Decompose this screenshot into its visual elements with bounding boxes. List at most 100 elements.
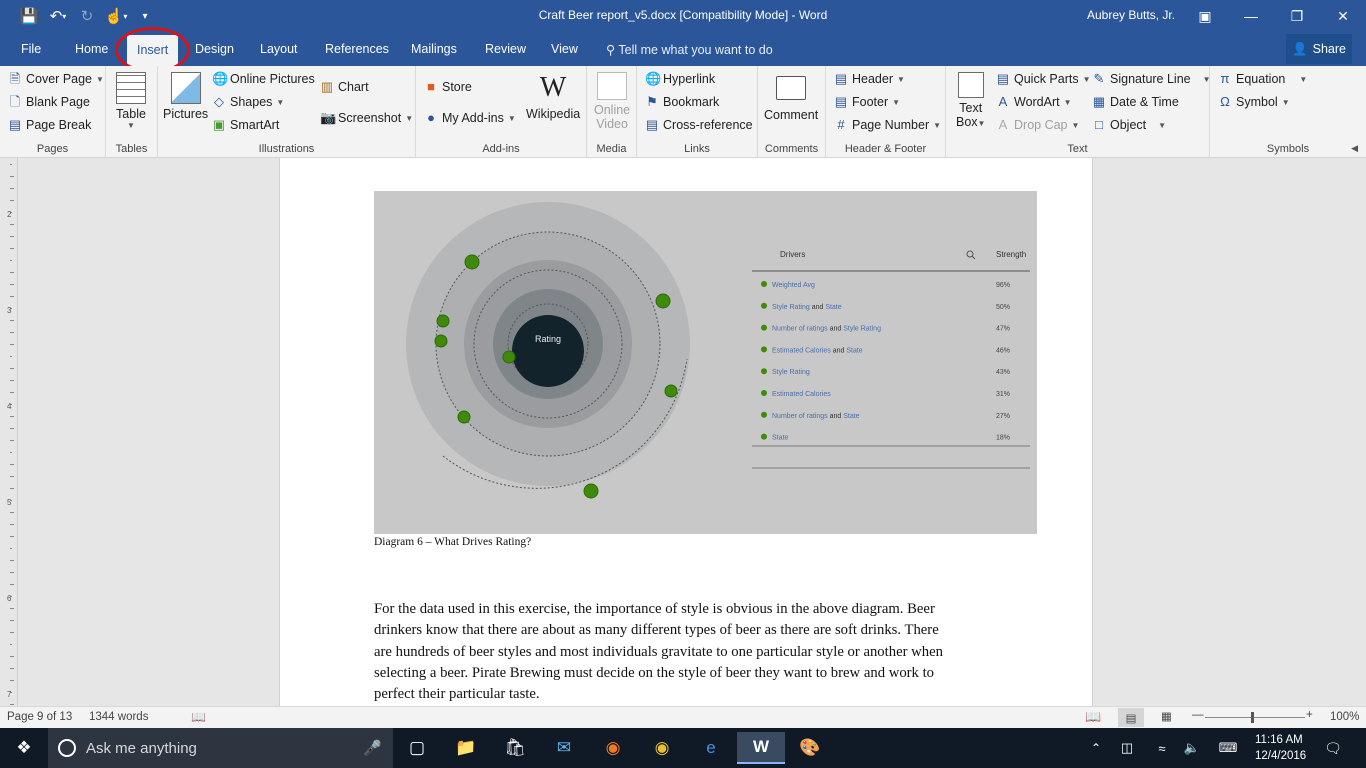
chart-button[interactable]: ▥ Chart [320,80,369,95]
driver-row-part: and [810,304,826,311]
firefox-icon[interactable]: ◉ [589,732,637,764]
tab-home[interactable]: Home [75,42,108,56]
zoom-out-icon[interactable]: — [1192,709,1204,721]
paint-icon[interactable]: 🎨 [786,732,834,764]
table-button[interactable]: Table ▼ [116,72,146,130]
battery-icon[interactable]: ◫ [1115,732,1139,764]
driver-node[interactable] [457,410,471,424]
driver-row-label[interactable]: Weighted Avg [772,282,815,289]
task-view-icon[interactable]: ▢ [393,732,441,764]
signature-line-button[interactable]: ✎ Signature Line ▼ [1092,72,1211,87]
footer-button[interactable]: ▤ Footer ▼ [834,95,900,110]
search-icon[interactable] [966,250,976,260]
cortana-search-box[interactable]: Ask me anything 🎤 [48,728,393,768]
collapse-ribbon-icon[interactable]: ◀ [1351,143,1358,154]
body-paragraph[interactable]: For the data used in this exercise, the … [374,599,1004,705]
store-app-icon[interactable]: 🛍 [491,732,539,764]
minimize-button[interactable]: — [1228,0,1274,32]
edge-icon[interactable]: e [687,732,735,764]
proofing-icon[interactable]: 📖 [191,710,206,724]
word-count[interactable]: 1344 words [89,711,148,723]
equation-button[interactable]: π Equation ▼ [1218,72,1308,87]
drop-cap-button[interactable]: A Drop Cap ▼ [996,118,1080,133]
tab-mailings[interactable]: Mailings [411,42,457,56]
clock[interactable]: 11:16 AM 12/4/2016 [1255,732,1306,764]
symbol-button[interactable]: Ω Symbol ▼ [1218,95,1289,110]
action-center-icon[interactable]: 🗨 [1318,732,1348,764]
zoom-slider[interactable] [1205,717,1305,718]
bookmark-button[interactable]: ⚑ Bookmark [645,95,719,110]
driver-row-label[interactable]: Estimated Calories [772,391,831,398]
tab-review[interactable]: Review [485,42,526,56]
zoom-in-icon[interactable]: + [1306,709,1313,721]
text-box-button[interactable]: Text Box▼ [956,72,985,129]
driver-row-label[interactable]: Style Rating and State [772,304,842,311]
page-count[interactable]: Page 9 of 13 [7,711,72,723]
my-add-ins-button[interactable]: ● My Add-ins ▼ [424,111,516,126]
tab-view[interactable]: View [551,42,578,56]
page-break-button[interactable]: ▤ Page Break [8,118,91,133]
zoom-level[interactable]: 100% [1330,711,1359,723]
driver-row-label[interactable]: Number of ratings and Style Rating [772,326,881,333]
restore-button[interactable]: ❐ [1274,0,1320,32]
shapes-button[interactable]: ◇ Shapes ▼ [212,95,284,110]
driver-node[interactable] [583,483,599,499]
object-button[interactable]: □ Object ▼ [1092,118,1166,133]
online-pictures-button[interactable]: 🌐 Online Pictures [212,72,315,87]
cortana-search-text: Ask me anything [86,739,197,757]
smartart-button[interactable]: ▣ SmartArt [212,118,279,133]
page-number-button[interactable]: # Page Number ▼ [834,118,941,133]
screenshot-button[interactable]: 📷 Screenshot ▼ [320,111,413,126]
print-layout-icon[interactable]: ▤ [1118,708,1144,727]
wifi-icon[interactable]: ≈ [1150,732,1174,764]
header-button[interactable]: ▤ Header ▼ [834,72,905,87]
ruler-tick [10,536,14,537]
ruler-tick [10,680,14,681]
share-button[interactable]: 👤 Share [1286,34,1352,64]
driver-node[interactable] [664,384,678,398]
wordart-button[interactable]: A WordArt ▼ [996,95,1072,110]
what-drives-rating-diagram[interactable]: Rating Drivers Strength Weighted Avg 96% S… [374,191,1037,534]
cover-page-button[interactable]: 🗎 Cover Page ▼ [8,72,104,87]
driver-node[interactable] [464,254,480,270]
quick-parts-button[interactable]: ▤ Quick Parts ▼ [996,72,1091,87]
driver-node[interactable] [434,334,448,348]
cross-reference-button[interactable]: ▤ Cross-reference [645,118,753,133]
driver-node[interactable] [502,350,516,364]
windows-start-icon[interactable]: ❖ [0,732,48,764]
web-layout-icon[interactable]: ▦ [1161,709,1172,723]
file-explorer-icon[interactable]: 📁 [442,732,490,764]
hyperlink-button[interactable]: 🌐 Hyperlink [645,72,715,87]
show-hidden-icons-icon[interactable]: ⌃ [1085,732,1107,764]
close-button[interactable]: ✕ [1320,0,1366,32]
tab-file[interactable]: File [21,42,41,56]
wikipedia-button[interactable]: W Wikipedia [526,72,580,121]
tab-layout[interactable]: Layout [260,42,298,56]
tab-insert[interactable]: Insert [127,35,179,66]
comment-button[interactable]: Comment [764,72,818,122]
blank-page-button[interactable]: 🗋 Blank Page [8,95,90,110]
driver-row-label[interactable]: State [772,435,788,442]
volume-icon[interactable]: 🔈 [1180,732,1204,764]
driver-node[interactable] [655,293,671,309]
date-time-button[interactable]: ▦ Date & Time [1092,95,1179,110]
mail-icon[interactable]: ✉ [540,732,588,764]
driver-node[interactable] [436,314,450,328]
read-mode-icon[interactable]: 📖 [1085,709,1101,725]
tab-design[interactable]: Design [195,42,234,56]
chrome-icon[interactable]: ◉ [638,732,686,764]
user-name[interactable]: Aubrey Butts, Jr. [1087,8,1175,22]
zoom-slider-thumb[interactable] [1251,712,1254,723]
store-button[interactable]: ■ Store [424,80,472,95]
keyboard-icon[interactable]: ⌨ [1213,732,1243,764]
driver-row-label[interactable]: Number of ratings and State [772,413,860,420]
tab-references[interactable]: References [325,42,389,56]
tell-me-search[interactable]: ⚲ Tell me what you want to do [606,42,773,57]
driver-row-label[interactable]: Estimated Calories and State [772,347,863,354]
driver-row-label[interactable]: Style Rating [772,369,810,376]
online-video-button[interactable]: Online Video [594,72,630,131]
pictures-button[interactable]: Pictures [163,72,208,121]
word-app-icon[interactable]: W [737,732,785,764]
ribbon-display-options-icon[interactable]: ▣ [1182,0,1228,32]
microphone-icon[interactable]: 🎤 [363,739,382,757]
